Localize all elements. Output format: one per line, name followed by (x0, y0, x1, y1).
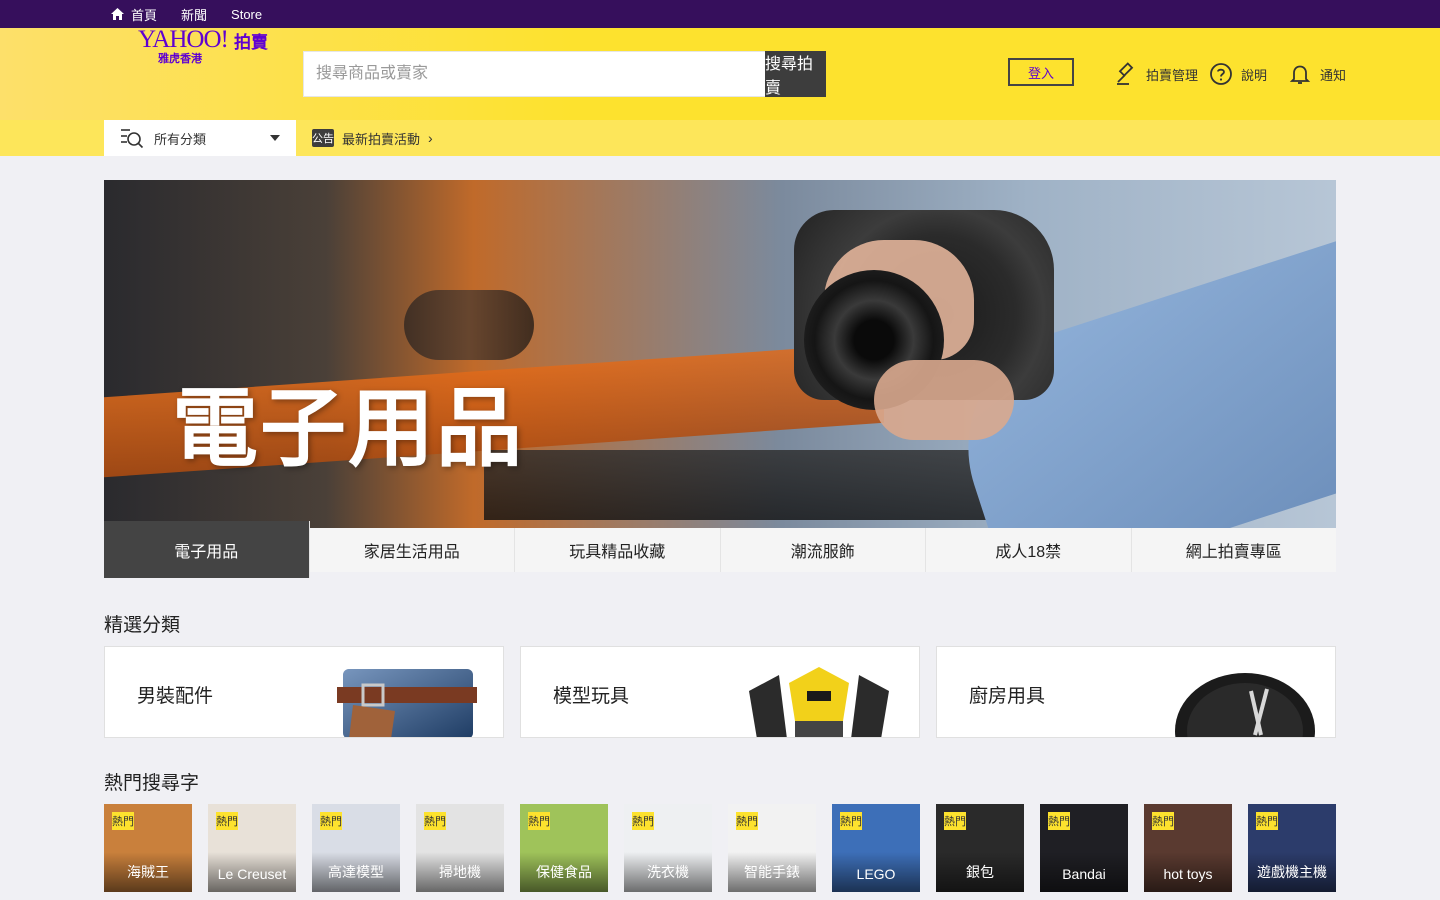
popular-search-thumb[interactable]: 熱門 Bandai (1040, 804, 1128, 892)
search-button[interactable]: 搜尋拍賣 (765, 51, 826, 97)
hot-badge: 熱門 (944, 812, 966, 830)
help-link[interactable]: 說明 (1209, 60, 1267, 88)
help-label: 說明 (1241, 67, 1268, 83)
topnav-news-link[interactable]: 新聞 (181, 5, 207, 24)
hot-badge: 熱門 (736, 812, 758, 830)
banner-lens-graphic (404, 290, 534, 360)
popular-search-label: 掃地機 (416, 852, 504, 892)
category-dropdown-label: 所有分類 (154, 131, 207, 147)
announcement-link[interactable]: 公告 最新拍賣活動 › (312, 128, 433, 148)
popular-search-label: 遊戲機主機 (1248, 852, 1336, 892)
chevron-down-icon (270, 135, 280, 141)
logo-sub: 雅虎香港 (158, 53, 202, 65)
popular-search-thumb[interactable]: 熱門智能手錶 (728, 804, 816, 892)
category-search-icon (121, 129, 144, 149)
logo-product: 拍賣 (234, 33, 268, 52)
tab-toys-collectibles[interactable]: 玩具精品收藏 (515, 528, 721, 572)
hot-badge: 熱門 (112, 812, 134, 830)
popular-search-label: Le Creuset (208, 852, 296, 892)
chevron-right-icon: › (428, 130, 433, 146)
bell-icon (1289, 65, 1311, 84)
announcement-text: 最新拍賣活動 (342, 131, 421, 147)
notification-label: 通知 (1320, 67, 1347, 83)
popular-search-thumb[interactable]: 熱門海賊王 (104, 804, 192, 892)
hot-badge: 熱門 (1048, 812, 1070, 830)
popular-search-label: 海賊王 (104, 852, 192, 892)
popular-search-label: 保健食品 (520, 852, 608, 892)
robot-toy-icon (749, 667, 889, 737)
hot-badge: 熱門 (216, 812, 238, 830)
hero-banner[interactable]: 電子用品 (104, 180, 1336, 528)
tab-home-living[interactable]: 家居生活用品 (309, 528, 515, 572)
hot-badge: 熱門 (840, 812, 862, 830)
hot-badge: 熱門 (528, 812, 550, 830)
yahoo-auction-logo[interactable]: YAHOO! 拍賣 雅虎香港 (138, 26, 278, 66)
jeans-belt-icon (337, 669, 477, 737)
topnav-store-link[interactable]: Store (231, 7, 262, 22)
tab-adult[interactable]: 成人18禁 (926, 528, 1132, 572)
popular-search-thumb[interactable]: 熱門 LEGO (832, 804, 920, 892)
category-dropdown[interactable]: 所有分類 (104, 120, 296, 156)
popular-search-thumb[interactable]: 熱門掃地機 (416, 804, 504, 892)
auction-manage-label: 拍賣管理 (1146, 67, 1199, 83)
featured-card-mens-accessories[interactable]: 男裝配件 (104, 646, 504, 738)
popular-search-thumb[interactable]: 熱門 hot toys (1144, 804, 1232, 892)
popular-section-title: 熱門搜尋字 (104, 773, 200, 794)
tab-fashion[interactable]: 潮流服飾 (720, 528, 926, 572)
featured-card-label: 男裝配件 (137, 686, 214, 707)
hot-badge: 熱門 (1152, 812, 1174, 830)
help-icon (1210, 63, 1232, 85)
gavel-icon (1117, 62, 1134, 85)
topnav-news-label: 新聞 (181, 7, 208, 23)
announcement-tag: 公告 (312, 129, 334, 147)
popular-search-thumb[interactable]: 熱門銀包 (936, 804, 1024, 892)
popular-search-thumb[interactable]: 熱門遊戲機主機 (1248, 804, 1336, 892)
featured-section-title: 精選分類 (104, 615, 181, 636)
popular-search-thumb[interactable]: 熱門保健食品 (520, 804, 608, 892)
top-nav-bar: 首頁 新聞 Store (0, 0, 1440, 28)
popular-search-thumb[interactable]: 熱門洗衣機 (624, 804, 712, 892)
featured-card-label: 廚房用具 (969, 686, 1046, 707)
banner-shelf-dark-graphic (484, 450, 1004, 520)
popular-search-label: 高達模型 (312, 852, 400, 892)
hot-badge: 熱門 (632, 812, 654, 830)
notification-link[interactable]: 通知 (1288, 60, 1346, 88)
category-tabs: 電子用品 家居生活用品 玩具精品收藏 潮流服飾 成人18禁 網上拍賣專區 (104, 521, 1336, 578)
banner-title: 電子用品 (172, 379, 524, 479)
featured-card-label: 模型玩具 (553, 686, 630, 707)
hot-badge: 熱門 (424, 812, 446, 830)
popular-search-label: 智能手錶 (728, 852, 816, 892)
popular-search-label: LEGO (832, 852, 920, 892)
topnav-home-link[interactable]: 首頁 (110, 5, 157, 24)
popular-search-label: hot toys (1144, 852, 1232, 892)
featured-card-kitchenware[interactable]: 廚房用具 (936, 646, 1336, 738)
frying-pan-icon (1175, 673, 1315, 737)
featured-card-model-toys[interactable]: 模型玩具 (520, 646, 920, 738)
tab-electronics[interactable]: 電子用品 (104, 521, 310, 578)
home-icon (111, 8, 124, 20)
topnav-home-label: 首頁 (131, 7, 158, 23)
hot-badge: 熱門 (1256, 812, 1278, 830)
popular-search-label: 銀包 (936, 852, 1024, 892)
search-input[interactable] (303, 51, 765, 97)
popular-search-label: Bandai (1040, 852, 1128, 892)
popular-search-thumb[interactable]: 熱門高達模型 (312, 804, 400, 892)
popular-search-label: 洗衣機 (624, 852, 712, 892)
popular-search-thumb[interactable]: 熱門 Le Creuset (208, 804, 296, 892)
tab-online-auction[interactable]: 網上拍賣專區 (1131, 528, 1336, 572)
search-bar: 搜尋拍賣 (303, 51, 826, 97)
auction-manage-link[interactable]: 拍賣管理 (1114, 60, 1198, 88)
banner-hand2-graphic (874, 360, 1014, 440)
hot-badge: 熱門 (320, 812, 342, 830)
login-button[interactable]: 登入 (1008, 58, 1074, 86)
topnav-store-label: Store (231, 6, 263, 22)
